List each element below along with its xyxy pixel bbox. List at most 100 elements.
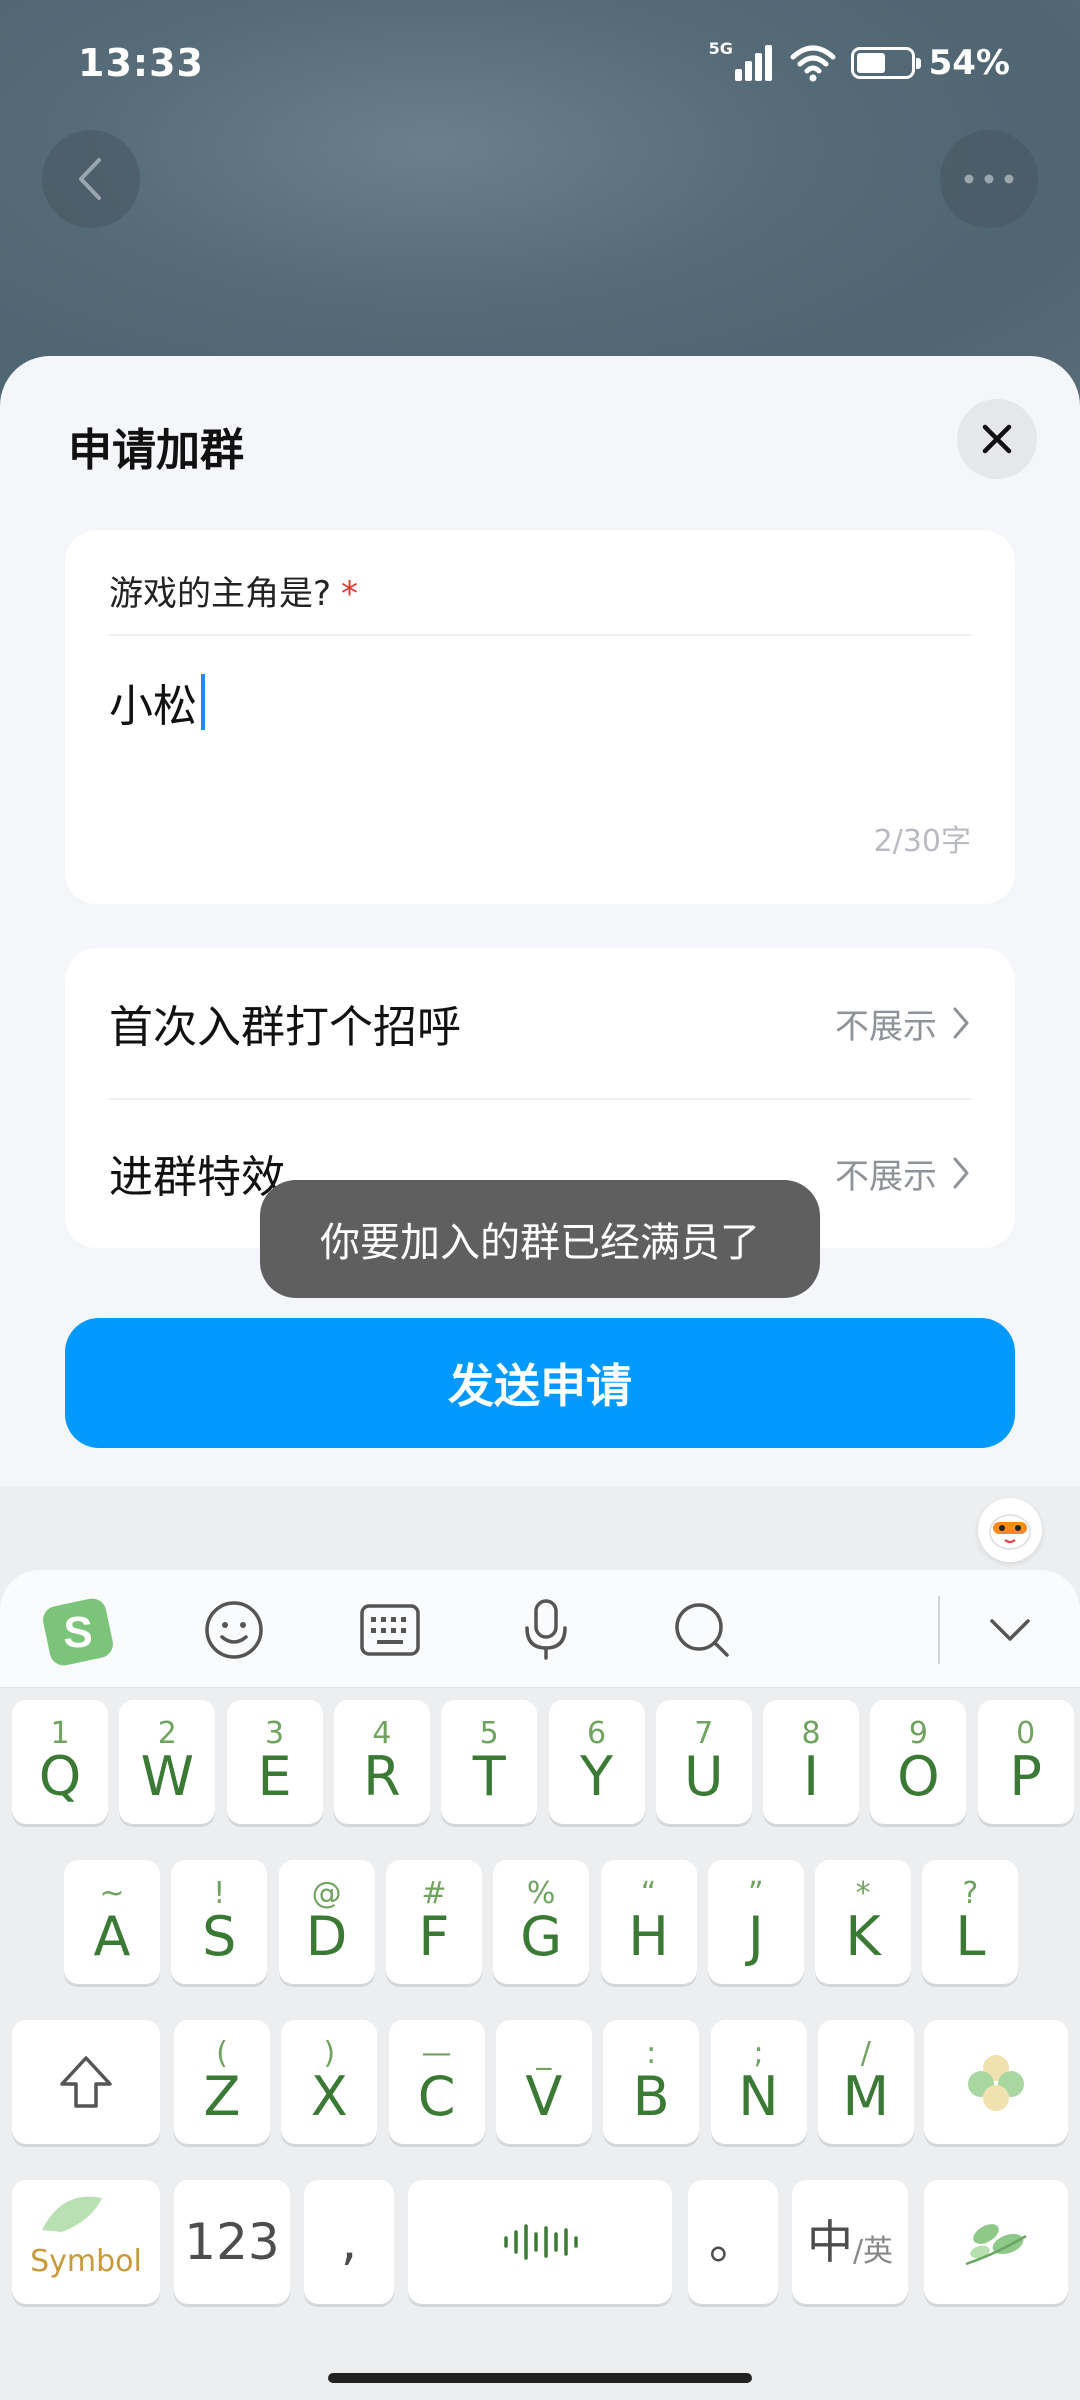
key-main-label: S (202, 1904, 237, 1968)
collapse-icon[interactable] (970, 1590, 1050, 1670)
answer-text: 小松 (109, 681, 197, 732)
key-main-label: Z (203, 2064, 241, 2128)
join-group-sheet: 申请加群 游戏的主角是? * 小松 2/30字 首次入群打个招呼 不展示 进群特效 (0, 356, 1080, 1486)
key-main-label: A (93, 1904, 131, 1968)
key-main-label: U (684, 1744, 724, 1808)
key-f[interactable]: # F (385, 1860, 482, 1984)
option-value-text: 不展示 (835, 1156, 937, 1197)
option-value-text: 不展示 (835, 1006, 937, 1047)
chevron-right-icon (953, 1157, 969, 1189)
home-indicator[interactable] (328, 2373, 752, 2383)
key-w[interactable]: 2W (119, 1700, 216, 1824)
language-switch-key[interactable]: 中 /英 (792, 2180, 908, 2304)
ginkgo-icon (42, 2196, 102, 2232)
more-dots-icon (964, 174, 1014, 184)
key-l[interactable]: ? L (922, 1860, 1019, 1984)
voice-wave-icon (504, 2224, 578, 2260)
question-text: 游戏的主角是? (109, 574, 332, 614)
key-p[interactable]: 0P (977, 1700, 1074, 1824)
mascot-icon[interactable] (978, 1498, 1042, 1562)
signal-icon: 5G (708, 38, 775, 85)
key-main-label: N (738, 2064, 779, 2128)
question-label: 游戏的主角是? * (109, 566, 358, 615)
key-u[interactable]: 7U (655, 1700, 752, 1824)
close-button[interactable] (957, 399, 1037, 479)
network-type: 5G (708, 38, 733, 58)
key-j[interactable]: ” J (707, 1860, 804, 1984)
wifi-icon (790, 45, 836, 81)
chevron-right-icon (953, 1007, 969, 1039)
key-o[interactable]: 9O (870, 1700, 967, 1824)
sogou-logo-icon[interactable]: S (38, 1590, 118, 1670)
key-main-label: T (472, 1744, 506, 1808)
key-t[interactable]: 5T (441, 1700, 538, 1824)
clover-icon (968, 2055, 1024, 2111)
key-y[interactable]: 6Y (548, 1700, 645, 1824)
option-value: 不展示 (835, 1149, 971, 1198)
search-icon[interactable] (662, 1590, 742, 1670)
key-main-label: H (628, 1904, 669, 1968)
mic-icon[interactable] (506, 1590, 586, 1670)
key-main-label: L (955, 1904, 986, 1968)
keyboard-toolbar: S (0, 1570, 1080, 1688)
chevron-left-icon (79, 158, 101, 200)
key-i[interactable]: 8I (763, 1700, 860, 1824)
key-main-label: J (747, 1904, 764, 1968)
lang-main-label: 中 (806, 2214, 853, 2269)
space-key[interactable] (408, 2180, 672, 2304)
symbol-key[interactable]: Symbol (12, 2180, 160, 2304)
answer-input[interactable]: 小松 (109, 670, 205, 734)
key-b[interactable]: :B (603, 2020, 700, 2144)
key-g[interactable]: % G (493, 1860, 590, 1984)
toast-message: 你要加入的群已经满员了 (260, 1180, 820, 1298)
key-main-label: Y (580, 1744, 613, 1808)
key-x[interactable]: ) X (281, 2020, 378, 2144)
back-button[interactable] (42, 130, 140, 228)
period-label: 。 (708, 2213, 757, 2270)
leaf-key[interactable] (924, 2180, 1068, 2304)
option-row-greeting[interactable]: 首次入群打个招呼 不展示 (109, 948, 971, 1098)
key-main-label: I (803, 1744, 820, 1808)
leaf-icon (965, 2224, 1027, 2266)
shift-key[interactable] (12, 2020, 160, 2144)
key-s[interactable]: ! S (171, 1860, 268, 1984)
keyboard-icon[interactable] (350, 1590, 430, 1670)
key-main-label: R (363, 1744, 401, 1808)
key-r[interactable]: 4R (333, 1700, 430, 1824)
key-c[interactable]: — C (388, 2020, 485, 2144)
key-main-label: V (525, 2064, 563, 2128)
key-main-label: D (305, 1904, 348, 1968)
key-q[interactable]: 1Q (12, 1700, 108, 1824)
more-button[interactable] (940, 130, 1038, 228)
toolbar-separator (938, 1596, 940, 1664)
send-request-button[interactable]: 发送申请 (65, 1318, 1015, 1448)
key-k[interactable]: * K (815, 1860, 912, 1984)
key-h[interactable]: “H (600, 1860, 697, 1984)
key-main-label: O (897, 1744, 940, 1808)
key-z[interactable]: (Z (174, 2020, 270, 2144)
key-d[interactable]: @ D (278, 1860, 375, 1984)
key-n[interactable]: ; N (710, 2020, 807, 2144)
key-main-label: E (257, 1744, 292, 1808)
key-a[interactable]: ~ A (64, 1860, 160, 1984)
emoji-icon[interactable] (194, 1590, 274, 1670)
option-label: 进群特效 (109, 1152, 285, 1203)
number-key[interactable]: 123 (174, 2180, 290, 2304)
period-key[interactable]: 。 (688, 2180, 778, 2304)
text-caret (201, 674, 205, 730)
key-e[interactable]: 3E (226, 1700, 323, 1824)
lang-sub-label: /英 (852, 2234, 894, 2269)
battery-percent: 54% (928, 42, 1010, 83)
key-main-label: C (417, 2064, 456, 2128)
shift-icon (60, 2056, 112, 2108)
key-m[interactable]: / M (817, 2020, 914, 2144)
clover-key[interactable] (924, 2020, 1068, 2144)
key-v[interactable]: _ V (495, 2020, 592, 2144)
key-main-label: M (842, 2064, 890, 2128)
comma-label: , (340, 2211, 358, 2272)
key-main-label: G (520, 1904, 563, 1968)
comma-key[interactable]: , (304, 2180, 394, 2304)
key-main-label: B (632, 2064, 670, 2128)
required-mark: * (341, 574, 359, 614)
key-main-label: K (845, 1904, 881, 1968)
